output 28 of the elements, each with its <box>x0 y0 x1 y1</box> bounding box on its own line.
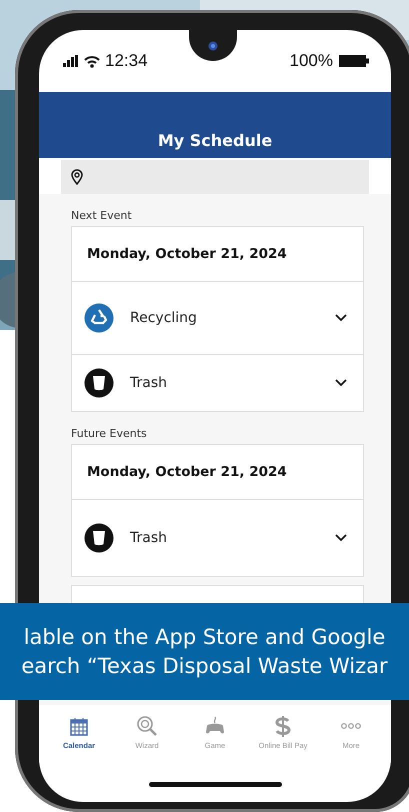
battery-icon <box>339 55 369 67</box>
wifi-icon <box>84 54 100 68</box>
screen-title: My Schedule <box>158 131 272 150</box>
battery-percent: 100% <box>290 51 333 71</box>
section-label: Future Events <box>71 426 148 442</box>
pickup-row[interactable]: Trash <box>72 500 363 576</box>
recycling-icon <box>84 303 114 333</box>
calendar-icon <box>68 715 90 737</box>
event-date: Monday, October 21, 2024 <box>87 464 287 480</box>
section-label: Next Event <box>71 208 133 224</box>
status-time: 12:34 <box>105 51 148 71</box>
magnifier-icon <box>136 715 158 737</box>
signal-icon <box>63 55 79 67</box>
pickup-name: Trash <box>130 375 168 391</box>
pickup-name: Recycling <box>130 310 198 326</box>
event-date: Monday, October 21, 2024 <box>87 246 287 262</box>
promo-text: earch “Texas Disposal Waste Wizar <box>21 652 388 680</box>
promo-text: lable on the App Store and Google <box>24 624 386 650</box>
more-icon <box>341 723 361 729</box>
camera-icon <box>208 40 218 50</box>
location-pin-icon <box>71 169 83 185</box>
pickup-name: Trash <box>130 530 168 546</box>
pickup-row[interactable]: Recycling <box>72 282 363 355</box>
home-indicator[interactable] <box>148 782 282 787</box>
trash-bin-icon <box>84 523 114 553</box>
pickup-row[interactable]: Trash <box>72 355 363 411</box>
location-bar[interactable] <box>61 160 369 194</box>
trash-bin-icon <box>84 368 114 398</box>
